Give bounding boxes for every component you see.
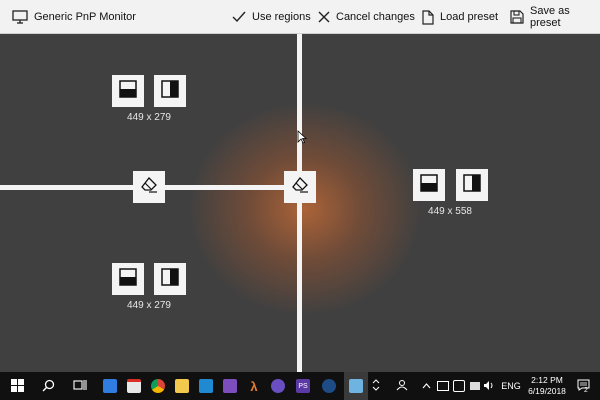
region-size-top-left: 449 x 279 — [127, 112, 171, 123]
split-horizontal-button-bottom-left[interactable] — [112, 263, 144, 295]
taskbar-app-mail[interactable] — [100, 372, 120, 400]
save-as-preset-button[interactable]: Save as preset — [504, 0, 600, 34]
monitor-icon — [12, 10, 28, 24]
save-icon — [510, 10, 524, 24]
vscode-icon — [199, 379, 213, 393]
region-workspace[interactable]: 449 x 279 449 x 279 449 x 558 — [0, 34, 600, 372]
region-size-right: 449 x 558 — [428, 206, 472, 217]
search-button[interactable] — [38, 372, 58, 400]
taskbar-app-gmail[interactable] — [124, 372, 144, 400]
tray-app-icon — [453, 380, 465, 392]
chrome-icon — [151, 379, 165, 393]
taskbar-clock[interactable]: 2:12 PM 6/19/2018 — [524, 375, 570, 397]
powershell-icon: PS — [296, 379, 310, 393]
active-app-icon — [349, 379, 363, 393]
task-view-button[interactable] — [70, 372, 90, 400]
visual-studio-icon — [223, 379, 237, 393]
monitor-title-label: Generic PnP Monitor — [34, 11, 136, 23]
split-horizontal-icon — [119, 79, 137, 103]
cancel-changes-label: Cancel changes — [336, 11, 415, 23]
show-hidden-icons-button[interactable] — [420, 372, 432, 400]
chevron-up-icon — [422, 381, 431, 391]
mouse-cursor-icon — [297, 130, 308, 149]
region-size-bottom-left: 449 x 279 — [127, 300, 171, 311]
volume-icon — [483, 380, 495, 393]
taskbar-app-chrome[interactable] — [148, 372, 168, 400]
taskbar: λ PS ENG 2:12 PM 6/19/2018 2 — [0, 372, 600, 400]
language-indicator[interactable]: ENG — [500, 372, 522, 400]
split-vertical-button-top-left[interactable] — [154, 75, 186, 107]
eraser-icon — [140, 176, 158, 198]
eraser-icon — [291, 176, 309, 198]
split-horizontal-button-top-left[interactable] — [112, 75, 144, 107]
clock-app-icon — [322, 379, 336, 393]
lambda-icon: λ — [250, 378, 258, 394]
volume-button[interactable] — [482, 372, 496, 400]
people-icon — [396, 379, 408, 393]
taskbar-app-powershell[interactable]: PS — [292, 372, 314, 400]
search-icon — [42, 379, 55, 394]
split-vertical-button-right[interactable] — [456, 169, 488, 201]
file-icon — [422, 9, 434, 25]
tray-icon-3[interactable] — [468, 372, 482, 400]
load-preset-button[interactable]: Load preset — [416, 0, 504, 34]
split-horizontal-icon — [420, 173, 438, 197]
split-horizontal-button-right[interactable] — [413, 169, 445, 201]
toolbar: Generic PnP Monitor Use regions Cancel c… — [0, 0, 600, 34]
chevron-up-down-icon — [372, 377, 380, 395]
cancel-changes-button[interactable]: Cancel changes — [312, 0, 421, 34]
network-icon — [437, 381, 449, 391]
split-vertical-icon — [161, 267, 179, 291]
load-preset-label: Load preset — [440, 11, 499, 23]
taskbar-app-clock[interactable] — [318, 372, 340, 400]
taskbar-app-vscode[interactable] — [196, 372, 216, 400]
action-center-button[interactable] — [574, 372, 592, 400]
use-regions-label: Use regions — [252, 11, 311, 23]
taskbar-app-purple[interactable] — [268, 372, 288, 400]
folder-icon — [175, 379, 189, 393]
taskbar-app-visual-studio[interactable] — [220, 372, 240, 400]
task-view-icon — [73, 379, 87, 393]
tray-icon-2[interactable] — [452, 372, 466, 400]
check-icon — [232, 11, 246, 23]
save-as-preset-label: Save as preset — [530, 5, 570, 29]
remove-divider-button-center[interactable] — [284, 171, 316, 203]
vertical-divider[interactable] — [297, 34, 302, 372]
notification-count: 2 — [584, 387, 588, 394]
people-button[interactable] — [394, 372, 410, 400]
start-button[interactable] — [6, 372, 28, 400]
taskbar-app-lambda[interactable]: λ — [244, 372, 264, 400]
clock-date: 6/19/2018 — [528, 386, 566, 396]
gmail-icon — [127, 379, 141, 393]
monitor-title: Generic PnP Monitor — [6, 0, 142, 34]
windows-logo-icon — [10, 378, 24, 394]
use-regions-button[interactable]: Use regions — [226, 0, 317, 34]
taskbar-scroll[interactable] — [370, 372, 382, 400]
remove-divider-button-left[interactable] — [133, 171, 165, 203]
taskbar-app-active[interactable] — [344, 372, 368, 400]
folder-tray-icon — [470, 382, 480, 390]
purple-app-icon — [271, 379, 285, 393]
split-horizontal-icon — [119, 267, 137, 291]
taskbar-app-explorer[interactable] — [172, 372, 192, 400]
mail-icon — [103, 379, 117, 393]
split-vertical-button-bottom-left[interactable] — [154, 263, 186, 295]
tray-icon-1[interactable] — [436, 372, 450, 400]
close-icon — [318, 11, 330, 23]
clock-time: 2:12 PM — [531, 375, 563, 385]
split-vertical-icon — [161, 79, 179, 103]
split-vertical-icon — [463, 173, 481, 197]
